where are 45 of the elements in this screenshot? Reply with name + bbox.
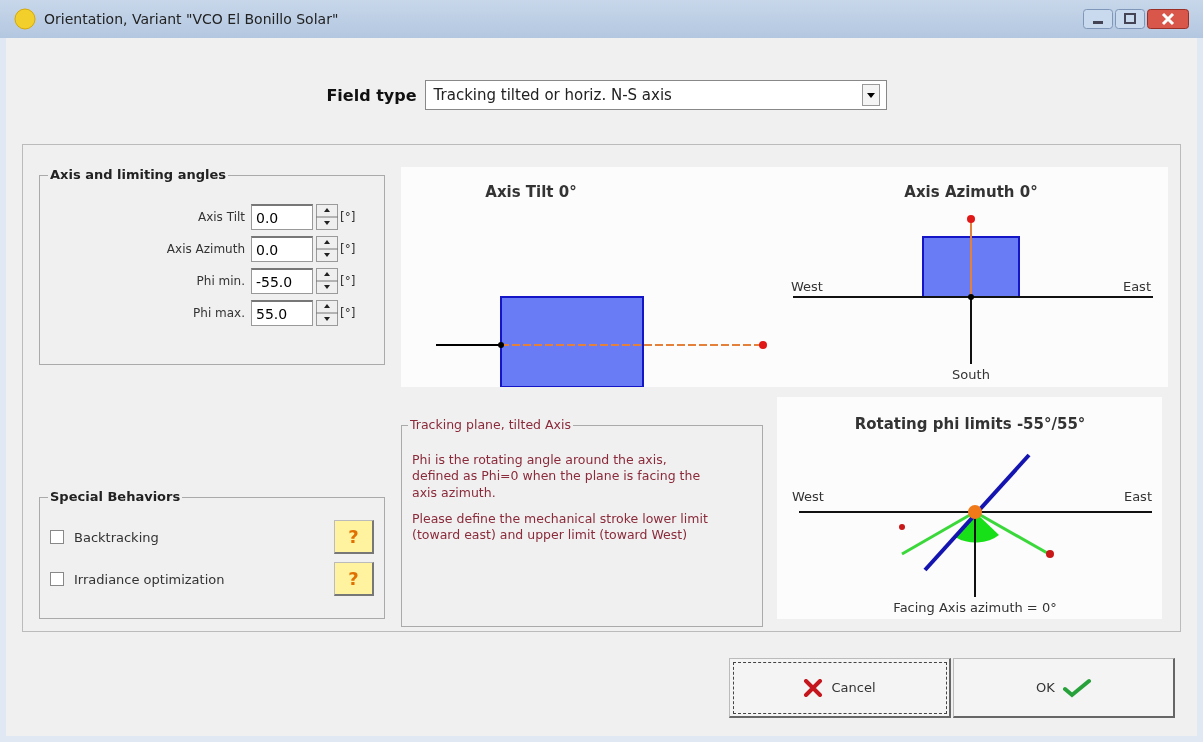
checkbox-label: Irradiance optimization: [74, 571, 226, 587]
field-label: Axis Tilt: [197, 210, 245, 224]
field-type-dropdown[interactable]: Tracking tilted or horiz. N-S axis: [424, 80, 887, 110]
number-field[interactable]: 0.0: [251, 236, 313, 262]
number-field[interactable]: 0.0: [251, 204, 313, 230]
checkmark-icon: [1062, 677, 1091, 698]
maximize-icon[interactable]: [1115, 9, 1145, 29]
compass-label: West: [791, 279, 823, 294]
diagram-title: Axis Tilt 0°: [485, 183, 577, 201]
compass-label: East: [1122, 279, 1151, 294]
info-text: Please define the mechanical stroke lower limit (toward east) and upper limit (toward West): [412, 510, 709, 544]
diagram-title: Rotating phi limits -55°/55°: [854, 415, 1086, 433]
close-icon[interactable]: [1147, 9, 1189, 29]
spin-button-icon[interactable]: [316, 236, 338, 262]
number-field[interactable]: 55.0: [251, 300, 313, 326]
compass-label: West: [792, 489, 824, 504]
info-text: Phi is the rotating angle around the axis, defined as Phi=0 when the plane is facing the axis azimuth.: [412, 452, 702, 501]
unit-label: [°]: [340, 274, 357, 288]
spin-button-icon[interactable]: [316, 268, 338, 294]
diagram-caption: Facing Axis azimuth = 0°: [893, 600, 1057, 615]
compass-label: East: [1123, 489, 1152, 504]
cancel-button[interactable]: Cancel: [729, 658, 951, 718]
field-label: Field type: [326, 85, 417, 105]
diagram-title: Axis Azimuth 0°: [904, 183, 1038, 201]
group-title: Axis and limiting angles: [48, 167, 229, 182]
field-label: Axis Azimuth: [166, 242, 245, 256]
checkbox[interactable]: [50, 572, 64, 586]
group-title: Special Behaviors: [48, 489, 183, 504]
spin-button-icon[interactable]: [316, 300, 338, 326]
compass-label: South: [952, 367, 990, 382]
field-label: Phi max.: [193, 306, 245, 320]
sun-icon: [14, 8, 36, 30]
number-field[interactable]: -55.0: [251, 268, 313, 294]
unit-label: [°]: [340, 306, 357, 320]
ok-button[interactable]: OK: [953, 658, 1175, 718]
field-label: Phi min.: [196, 274, 245, 288]
window-title: Orientation, Variant "VCO El Bonillo Solar": [44, 11, 339, 27]
spin-button-icon[interactable]: [316, 204, 338, 230]
unit-label: [°]: [340, 210, 357, 224]
info-title: Tracking plane, tilted Axis: [408, 417, 573, 432]
checkbox[interactable]: [50, 530, 64, 544]
cross-icon: [803, 678, 824, 697]
checkbox-label: Backtracking: [74, 529, 160, 545]
minimize-icon[interactable]: [1083, 9, 1113, 29]
unit-label: [°]: [340, 242, 357, 256]
